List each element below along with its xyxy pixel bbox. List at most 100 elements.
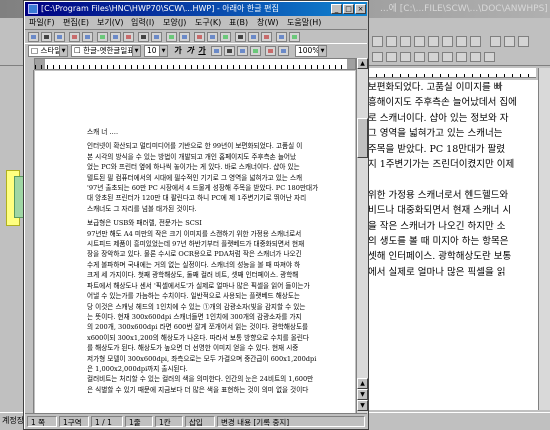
menu-insert[interactable]: 입력(I) — [131, 17, 154, 28]
document-line: 크게 세 가지이다. 첫째 광학해상도, 둘째 컬러 비트, 셋째 인터페이스.… — [87, 271, 299, 280]
scroll-thumb[interactable] — [357, 118, 368, 158]
menu-window[interactable]: 창(W) — [257, 17, 279, 28]
bg-format-button[interactable] — [386, 52, 397, 62]
status-insert-mode[interactable]: 삽입 — [185, 416, 215, 427]
editor-window: [C:\Program Files\HNC\HWP70\SCW\...HWP] … — [23, 0, 369, 430]
horizontal-ruler[interactable] — [34, 58, 356, 70]
italic-button[interactable]: 가 — [185, 46, 195, 56]
copy-icon[interactable] — [110, 32, 121, 42]
scroll-down-icon[interactable]: ▼ — [357, 400, 368, 411]
chart-icon[interactable] — [235, 32, 246, 42]
menu-view[interactable]: 보기(V) — [97, 17, 123, 28]
bg-toolbar-button[interactable] — [386, 36, 397, 47]
bg-format-button[interactable] — [484, 52, 495, 62]
chevron-down-icon[interactable]: ▼ — [59, 46, 67, 56]
justify-icon[interactable] — [250, 46, 261, 56]
font-size-value: 10 — [147, 46, 157, 55]
help-icon[interactable] — [289, 32, 300, 42]
menu-format[interactable]: 모양(J) — [163, 17, 186, 28]
font-size-select[interactable]: 10 ▼ — [144, 45, 168, 57]
bg-toolbar-button[interactable] — [400, 36, 411, 47]
image-icon[interactable] — [207, 32, 218, 42]
drawing-icon[interactable] — [220, 32, 231, 42]
menu-file[interactable]: 파일(F) — [29, 17, 55, 28]
status-line-count: 1 / 1 — [91, 416, 123, 427]
bg-format-button[interactable] — [470, 52, 481, 62]
bg-toolbar-button[interactable] — [442, 36, 453, 47]
chevron-down-icon[interactable]: ▼ — [318, 46, 326, 56]
bg-toolbar-button[interactable] — [518, 36, 529, 47]
window-title: [C:\Program Files\HNC\HWP70\SCW\...HWP] … — [41, 4, 279, 13]
print-icon[interactable] — [69, 32, 80, 42]
formatting-toolbar: □ 스타일 ▼ ☐ 한글-옛한글일표 ▼ 10 ▼ 가 가 가 100% ▼ — [25, 43, 367, 57]
bg-toolbar-button[interactable] — [490, 36, 501, 47]
paste-icon[interactable] — [123, 32, 134, 42]
redo-icon[interactable] — [151, 32, 162, 42]
equation-icon[interactable] — [248, 32, 259, 42]
status-track-changes[interactable]: 변경 내용 [기록 중지] — [217, 416, 365, 427]
document-line: 시트피드 제품이 흥미있었는데 97년 하반기부터 플랫베드가 대중화되면서 현… — [87, 240, 305, 249]
font-select[interactable]: ☐ 한글-옛한글일표 ▼ — [71, 45, 141, 57]
spellcheck-icon[interactable] — [179, 32, 190, 42]
background-vertical-scrollbar[interactable] — [538, 68, 550, 410]
maximize-button[interactable]: □ — [343, 4, 354, 14]
document-line: 파트에서 해상도나 센서 '픽셀에서도'가 실제로 얼마나 많은 픽셀을 읽어 … — [87, 281, 310, 290]
new-document-icon[interactable] — [28, 32, 39, 42]
menu-edit[interactable]: 편집(E) — [63, 17, 89, 28]
document-line: 보급형은 USB와 패러렐, 전문가는 SCSI — [87, 219, 202, 228]
ruler-ticks — [35, 65, 355, 69]
bg-toolbar-button[interactable] — [372, 36, 383, 47]
style-select[interactable]: □ 스타일 ▼ — [28, 45, 68, 57]
menu-help[interactable]: 도움말(H) — [287, 17, 321, 28]
align-left-icon[interactable] — [211, 46, 222, 56]
background-document: 보편화되었다. 고품실 이미지를 빠 흥해이지도 주후측손 늘어났데서 집에 로 스… — [368, 80, 538, 410]
document-line: 대 앙초된 프린터가 120만 대 팔린다고 하니 PC에 제 1주변기기로 뛰… — [87, 194, 307, 203]
close-button[interactable]: × — [355, 4, 366, 14]
line-spacing-icon[interactable] — [278, 46, 289, 56]
table-icon[interactable] — [194, 32, 205, 42]
zoom-icon[interactable] — [276, 32, 287, 42]
bg-toolbar-button[interactable] — [428, 36, 439, 47]
bold-button[interactable]: 가 — [173, 46, 183, 56]
background-status-text: 계정장 — [2, 416, 25, 425]
window-titlebar[interactable]: [C:\Program Files\HNC\HWP70\SCW\...HWP] … — [25, 2, 367, 16]
vertical-ruler[interactable] — [25, 70, 34, 413]
app-icon[interactable] — [28, 4, 38, 14]
bg-toolbar-button[interactable] — [456, 36, 467, 47]
bg-toolbar-button[interactable] — [414, 36, 425, 47]
document-text[interactable]: 스캐 너 ‥‥ 인터넷이 확산되고 멀티미디어를 기반으로 한 99년이 보편화… — [87, 127, 355, 399]
font-color-icon[interactable] — [265, 46, 276, 56]
bg-toolbar-button[interactable] — [470, 36, 481, 47]
menu-tools[interactable]: 도구(K) — [195, 17, 221, 28]
minimize-button[interactable]: _ — [331, 4, 342, 14]
page-down-icon[interactable]: ▼ — [357, 389, 368, 400]
align-center-icon[interactable] — [224, 46, 235, 56]
bg-format-button[interactable] — [442, 52, 453, 62]
bg-format-button[interactable] — [428, 52, 439, 62]
bg-format-button[interactable] — [456, 52, 467, 62]
vertical-scrollbar[interactable]: ▲ ▲ ▼ ▼ — [356, 58, 368, 413]
menu-table[interactable]: 표(B) — [229, 17, 248, 28]
preview-icon[interactable] — [82, 32, 93, 42]
undo-icon[interactable] — [138, 32, 149, 42]
underline-button[interactable]: 가 — [197, 46, 207, 56]
find-icon[interactable] — [166, 32, 177, 42]
bg-format-button[interactable] — [414, 52, 425, 62]
open-folder-icon[interactable] — [41, 32, 52, 42]
bg-toolbar-button[interactable] — [504, 36, 515, 47]
cut-icon[interactable] — [97, 32, 108, 42]
chevron-down-icon[interactable]: ▼ — [132, 46, 140, 56]
document-line: 본 시각의 방식을 수 있는 방법이 개발되고 개인 홈페이지도 주후측손 늘어… — [87, 152, 297, 161]
char-map-icon[interactable] — [261, 32, 272, 42]
align-right-icon[interactable] — [237, 46, 248, 56]
chevron-down-icon[interactable]: ▼ — [159, 46, 167, 56]
save-icon[interactable] — [54, 32, 65, 42]
scroll-up-icon[interactable]: ▲ — [357, 58, 368, 69]
document-page[interactable]: 스캐 너 ‥‥ 인터넷이 확산되고 멀티미디어를 기반으로 한 99년이 보편화… — [35, 71, 355, 413]
document-line: 인터넷이 확산되고 멀티미디어를 기반으로 한 99년이 보편화되었다. 고품실… — [87, 142, 303, 151]
bg-format-button[interactable] — [400, 52, 411, 62]
page-up-icon[interactable]: ▲ — [357, 378, 368, 389]
bg-format-button[interactable] — [372, 52, 383, 62]
zoom-select[interactable]: 100% ▼ — [295, 45, 327, 57]
zoom-value: 100% — [298, 46, 320, 55]
